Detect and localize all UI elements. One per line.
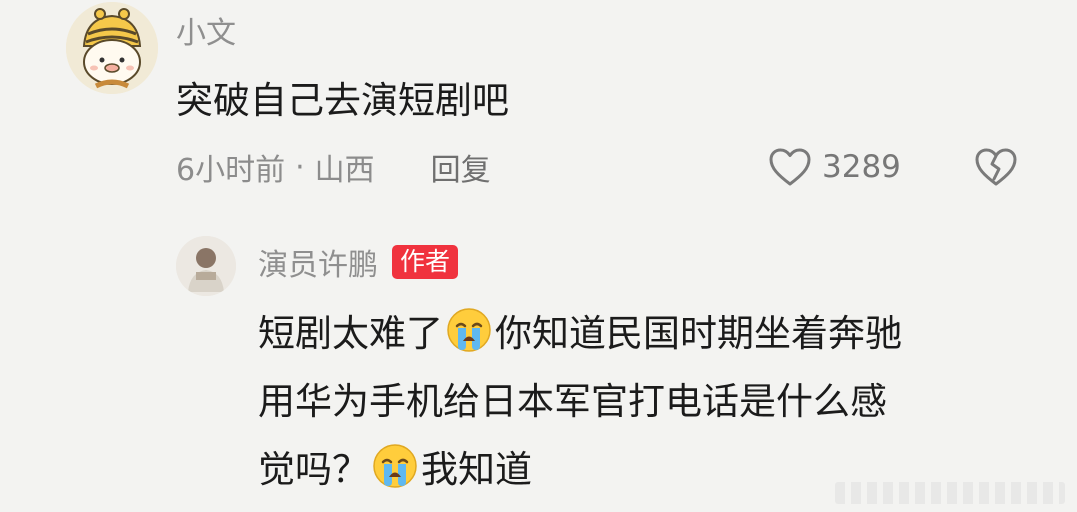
reply-avatar[interactable] [176, 236, 236, 296]
comment-time: 6小时前 [176, 153, 286, 188]
reply-username-row: 演员许鹏 作者 [258, 240, 459, 284]
reply-text-segment: 我知道 [421, 448, 532, 491]
comment-meta: 6小时前 · 山西 回复 [176, 145, 491, 189]
heart-outline-icon [769, 148, 811, 186]
meta-separator: · [295, 149, 305, 185]
reply-line-1: 短剧太难了 你知道民国时期坐着奔驰 [258, 300, 1048, 368]
comment-username[interactable]: 小文 [176, 8, 236, 52]
crying-face-emoji-icon [373, 444, 417, 488]
comment-location: 山西 [314, 153, 375, 188]
reply-text: 短剧太难了 你知道民国时期坐着奔驰 用华为手机给日本军官打电话是什么感 觉吗？ … [258, 300, 1048, 504]
reply-text-segment: 短剧太难了 [258, 312, 443, 355]
dislike-button[interactable] [974, 147, 1018, 187]
reply-username[interactable]: 演员许鹏 [258, 240, 378, 284]
avatar[interactable] [66, 2, 158, 94]
broken-heart-icon [975, 148, 1017, 186]
comment-thread: 小文 突破自己去演短剧吧 6小时前 · 山西 回复 3289 演员许鹏 作者 短… [0, 0, 1077, 512]
reply-text-segment: 你知道民国时期坐着奔驰 [495, 312, 902, 355]
author-badge: 作者 [392, 245, 459, 279]
crying-face-emoji-icon [447, 308, 491, 352]
like-count: 3289 [822, 149, 901, 185]
reply-text-segment: 觉吗？ [258, 448, 369, 491]
reply-line-2: 用华为手机给日本军官打电话是什么感 [258, 380, 887, 423]
like-button[interactable]: 3289 [768, 147, 901, 187]
reply-button[interactable]: 回复 [431, 145, 491, 189]
comment-text: 突破自己去演短剧吧 [176, 79, 509, 122]
bee-avatar-icon [66, 2, 158, 94]
watermark [835, 482, 1065, 504]
person-photo-icon [176, 236, 236, 296]
